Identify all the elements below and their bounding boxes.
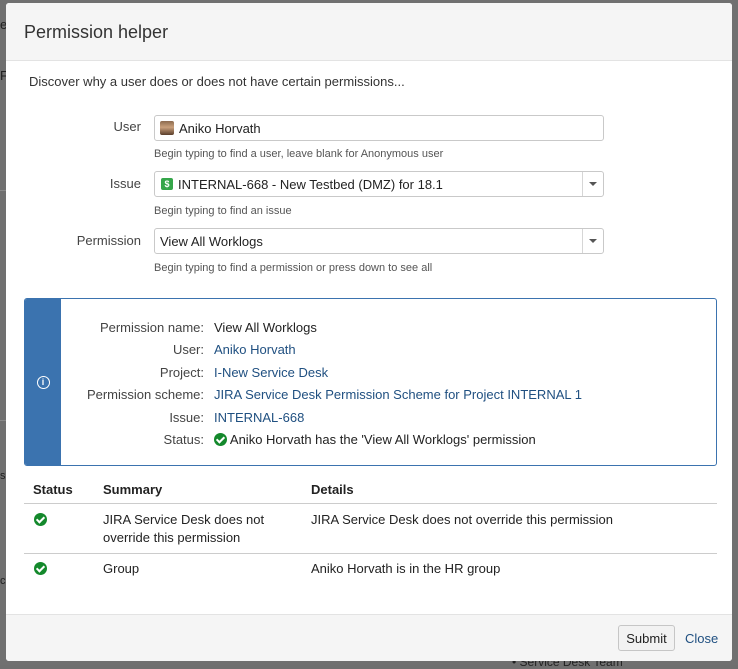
background-fragment: s bbox=[0, 470, 6, 482]
row-summary: JIRA Service Desk does not override this… bbox=[103, 511, 264, 547]
status-value: Aniko Horvath has the 'View All Worklogs… bbox=[214, 432, 536, 447]
avatar bbox=[160, 121, 174, 135]
issue-hint: Begin typing to find an issue bbox=[154, 205, 292, 217]
col-header-summary: Summary bbox=[103, 482, 163, 497]
status-label: Status: bbox=[163, 432, 204, 447]
dialog-header: Permission helper bbox=[6, 3, 732, 61]
service-request-icon: $ bbox=[161, 178, 173, 190]
row-summary: Group bbox=[103, 561, 140, 576]
issue-value: INTERNAL-668 - New Testbed (DMZ) for 18.… bbox=[178, 176, 443, 192]
permission-label: Permission bbox=[76, 233, 141, 248]
permission-helper-dialog: Permission helper Discover why a user do… bbox=[6, 3, 732, 661]
permission-field[interactable]: View All Worklogs bbox=[154, 228, 604, 254]
scheme-label: Permission scheme: bbox=[86, 387, 204, 402]
table-divider bbox=[24, 503, 717, 504]
permission-scheme-link[interactable]: JIRA Service Desk Permission Scheme for … bbox=[214, 387, 582, 402]
issue-label: Issue bbox=[109, 176, 141, 191]
dialog-intro: Discover why a user does or does not hav… bbox=[29, 74, 405, 89]
status-text: Aniko Horvath has the 'View All Worklogs… bbox=[229, 432, 536, 447]
dialog-footer: Submit Close bbox=[6, 614, 732, 661]
permission-dropdown-toggle[interactable] bbox=[582, 229, 603, 253]
permission-name-label: Permission name: bbox=[99, 320, 204, 335]
user-field[interactable]: Aniko Horvath bbox=[154, 115, 604, 141]
permission-value: View All Worklogs bbox=[160, 233, 263, 249]
result-issue-label: Issue: bbox=[169, 410, 204, 425]
result-user-link[interactable]: Aniko Horvath bbox=[214, 342, 296, 357]
project-label: Project: bbox=[159, 365, 204, 380]
issue-field[interactable]: $ INTERNAL-668 - New Testbed (DMZ) for 1… bbox=[154, 171, 604, 197]
check-circle-icon bbox=[34, 562, 47, 575]
dialog-title: Permission helper bbox=[24, 22, 169, 42]
issue-dropdown-toggle[interactable] bbox=[582, 172, 603, 196]
row-summary-line: JIRA Service Desk does not bbox=[103, 512, 265, 527]
user-value: Aniko Horvath bbox=[179, 120, 261, 136]
close-link[interactable]: Close bbox=[685, 631, 718, 646]
col-header-status: Status bbox=[33, 482, 73, 497]
row-details: Aniko Horvath is in the HR group bbox=[311, 561, 501, 576]
info-bar: i bbox=[25, 299, 61, 465]
result-user-label: User: bbox=[172, 342, 204, 357]
row-summary-line: override this permission bbox=[103, 530, 241, 545]
result-panel: i Permission name: View All Worklogs Use… bbox=[24, 298, 717, 466]
background-fragment: c bbox=[0, 575, 6, 587]
result-issue-link[interactable]: INTERNAL-668 bbox=[214, 410, 304, 425]
table-divider bbox=[24, 553, 717, 554]
check-circle-icon bbox=[34, 513, 47, 526]
submit-button[interactable]: Submit bbox=[618, 625, 675, 651]
permission-hint: Begin typing to find a permission or pre… bbox=[154, 262, 433, 274]
project-link[interactable]: I-New Service Desk bbox=[214, 365, 328, 380]
user-hint: Begin typing to find a user, leave blank… bbox=[154, 148, 444, 160]
info-icon: i bbox=[36, 375, 50, 389]
check-circle-icon bbox=[214, 433, 227, 446]
user-label: User bbox=[113, 119, 141, 134]
permission-name-value: View All Worklogs bbox=[214, 320, 317, 335]
row-details: JIRA Service Desk does not override this… bbox=[311, 512, 614, 527]
col-header-details: Details bbox=[311, 482, 354, 497]
chevron-down-icon bbox=[589, 182, 597, 186]
chevron-down-icon bbox=[589, 239, 597, 243]
